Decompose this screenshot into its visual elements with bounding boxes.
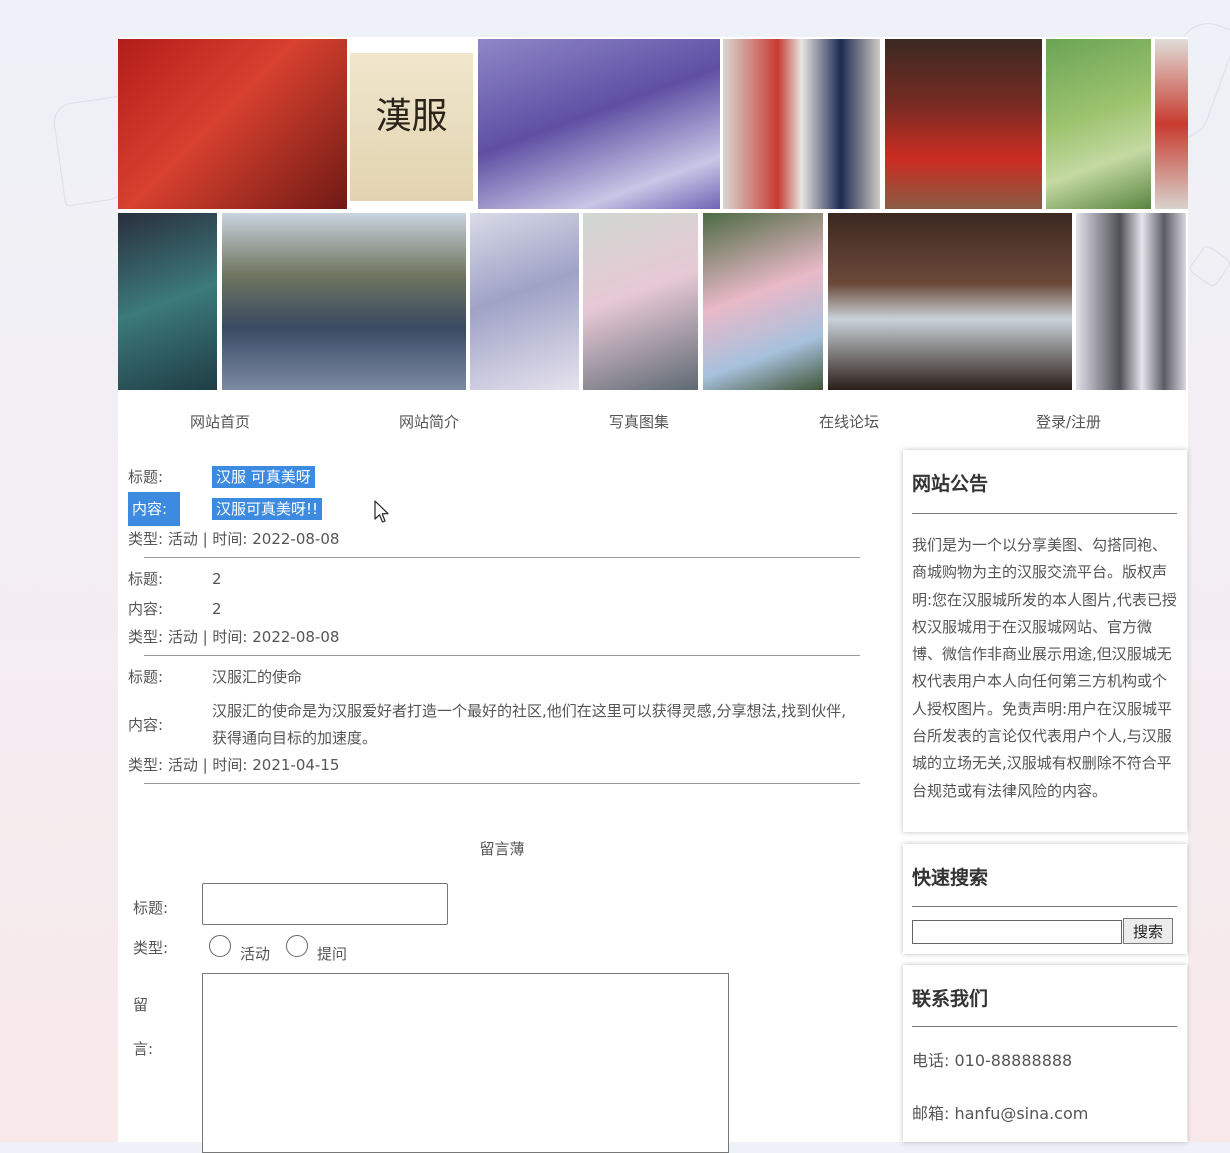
sidebar-search: 快速搜索 搜索 xyxy=(903,844,1187,954)
post-content: 汉服汇的使命是为汉服爱好者打造一个最好的社区,他们在这里可以获得灵感,分享想法,… xyxy=(212,702,847,747)
post-title: 汉服 可真美呀 xyxy=(212,466,315,488)
banner-photo-robes xyxy=(1076,213,1186,390)
post-content: 汉服可真美呀!! xyxy=(212,498,323,520)
post-title-row: 标题: 汉服汇的使命 xyxy=(128,662,860,692)
search-input[interactable] xyxy=(912,920,1122,944)
banner-photo-hill xyxy=(222,213,466,390)
banner-photo-lavender xyxy=(478,39,720,209)
sidebar-notice: 网站公告 我们是为一个以分享美图、勾搭同袍、商城购物为主的汉服交流平台。版权声明… xyxy=(903,450,1187,832)
search-button[interactable]: 搜索 xyxy=(1123,918,1173,944)
banner-photo-edge xyxy=(1155,39,1188,209)
post-meta: 类型: 活动 | 时间: 2022-08-08 xyxy=(128,530,340,548)
post-meta: 类型: 活动 | 时间: 2022-08-08 xyxy=(128,628,340,646)
banner-collage: 漢服 xyxy=(118,37,1188,391)
banner-photo-ceremony xyxy=(118,39,347,209)
post-content: 2 xyxy=(212,600,222,618)
radio-activity-label: 活动 xyxy=(240,945,271,963)
banner-photo-lily xyxy=(583,213,698,390)
guestbook-message-textarea[interactable] xyxy=(202,973,729,1153)
post-content-label: 内容: xyxy=(128,715,164,734)
contact-divider xyxy=(912,1026,1177,1027)
banner-photo-dancer xyxy=(118,213,217,390)
post-title-label: 标题: xyxy=(128,668,164,686)
guestbook-type-label: 类型: xyxy=(133,939,169,957)
post-divider xyxy=(144,557,860,558)
post-content-row: 内容: 汉服可真美呀!! xyxy=(128,492,860,526)
banner-photo-temple xyxy=(885,39,1042,209)
search-divider xyxy=(912,906,1177,907)
banner-photo-lavender-dress xyxy=(470,213,579,390)
post-item: 标题: 汉服 可真美呀 内容: 汉服可真美呀!! 类型: 活动 | 时间: 2022… xyxy=(128,462,860,564)
nav-home[interactable]: 网站首页 xyxy=(190,411,250,432)
banner-photo-green xyxy=(1046,39,1151,209)
nav-gallery[interactable]: 写真图集 xyxy=(609,411,669,432)
post-title: 2 xyxy=(212,570,222,588)
page-container: 漢服 网站首页 网站简介 写真图集 在线论坛 登录/注册 标题: 汉服 可真美呀 … xyxy=(118,37,1188,1153)
banner-photo-pair xyxy=(723,39,880,209)
radio-activity[interactable] xyxy=(209,935,231,957)
contact-email: 邮箱: hanfu@sina.com xyxy=(912,1104,1089,1123)
post-title-row: 标题: 汉服 可真美呀 xyxy=(128,462,860,492)
mouse-cursor-icon xyxy=(374,500,389,523)
banner-photo-classroom xyxy=(828,213,1072,390)
guestbook-message-label-1: 留 xyxy=(133,996,149,1014)
post-title-label: 标题: xyxy=(128,468,164,486)
post-content-label: 内容: xyxy=(128,492,180,526)
guestbook-title-input[interactable] xyxy=(202,883,448,925)
post-content-row: 内容: 汉服汇的使命是为汉服爱好者打造一个最好的社区,他们在这里可以获得灵感,分享… xyxy=(128,698,860,752)
post-title: 汉服汇的使命 xyxy=(212,668,303,686)
search-heading: 快速搜索 xyxy=(912,867,989,889)
nav-forum[interactable]: 在线论坛 xyxy=(819,411,879,432)
radio-question-label: 提问 xyxy=(317,945,348,963)
post-item: 标题: 汉服汇的使命 内容: 汉服汇的使命是为汉服爱好者打造一个最好的社区,他们在这… xyxy=(128,662,860,790)
main-nav: 网站首页 网站简介 写真图集 在线论坛 登录/注册 xyxy=(118,391,1188,451)
contact-phone: 电话: 010-88888888 xyxy=(912,1051,1073,1070)
radio-question[interactable] xyxy=(286,935,308,957)
sidebar-contact: 联系我们 电话: 010-88888888 邮箱: hanfu@sina.com xyxy=(903,965,1187,1142)
post-item: 标题: 2 内容: 2 类型: 活动 | 时间: 2022-08-08 xyxy=(128,564,860,662)
guestbook-title-label: 标题: xyxy=(133,899,169,917)
banner-photo-pink xyxy=(703,213,823,390)
notice-heading: 网站公告 xyxy=(912,473,989,495)
post-list: 标题: 汉服 可真美呀 内容: 汉服可真美呀!! 类型: 活动 | 时间: 2022… xyxy=(128,462,860,790)
post-divider xyxy=(144,655,860,656)
post-title-label: 标题: xyxy=(128,570,164,588)
notice-divider xyxy=(912,513,1177,514)
calligraphy-text: 漢服 xyxy=(375,96,448,137)
post-content-label: 内容: xyxy=(128,600,164,618)
banner-photo-calligraphy: 漢服 xyxy=(350,53,473,201)
guestbook-title: 留言薄 xyxy=(479,840,525,858)
post-content-row: 内容: 2 xyxy=(128,594,860,624)
nav-about[interactable]: 网站简介 xyxy=(399,411,459,432)
post-title-row: 标题: 2 xyxy=(128,564,860,594)
background-decoration xyxy=(1187,243,1230,289)
contact-heading: 联系我们 xyxy=(912,988,989,1010)
post-divider xyxy=(144,783,860,784)
notice-text: 我们是为一个以分享美图、勾搭同袍、商城购物为主的汉服交流平台。版权声明:您在汉服… xyxy=(912,536,1177,800)
nav-login[interactable]: 登录/注册 xyxy=(1036,411,1101,432)
guestbook-message-label-2: 言: xyxy=(133,1040,154,1058)
post-meta: 类型: 活动 | 时间: 2021-04-15 xyxy=(128,756,340,774)
